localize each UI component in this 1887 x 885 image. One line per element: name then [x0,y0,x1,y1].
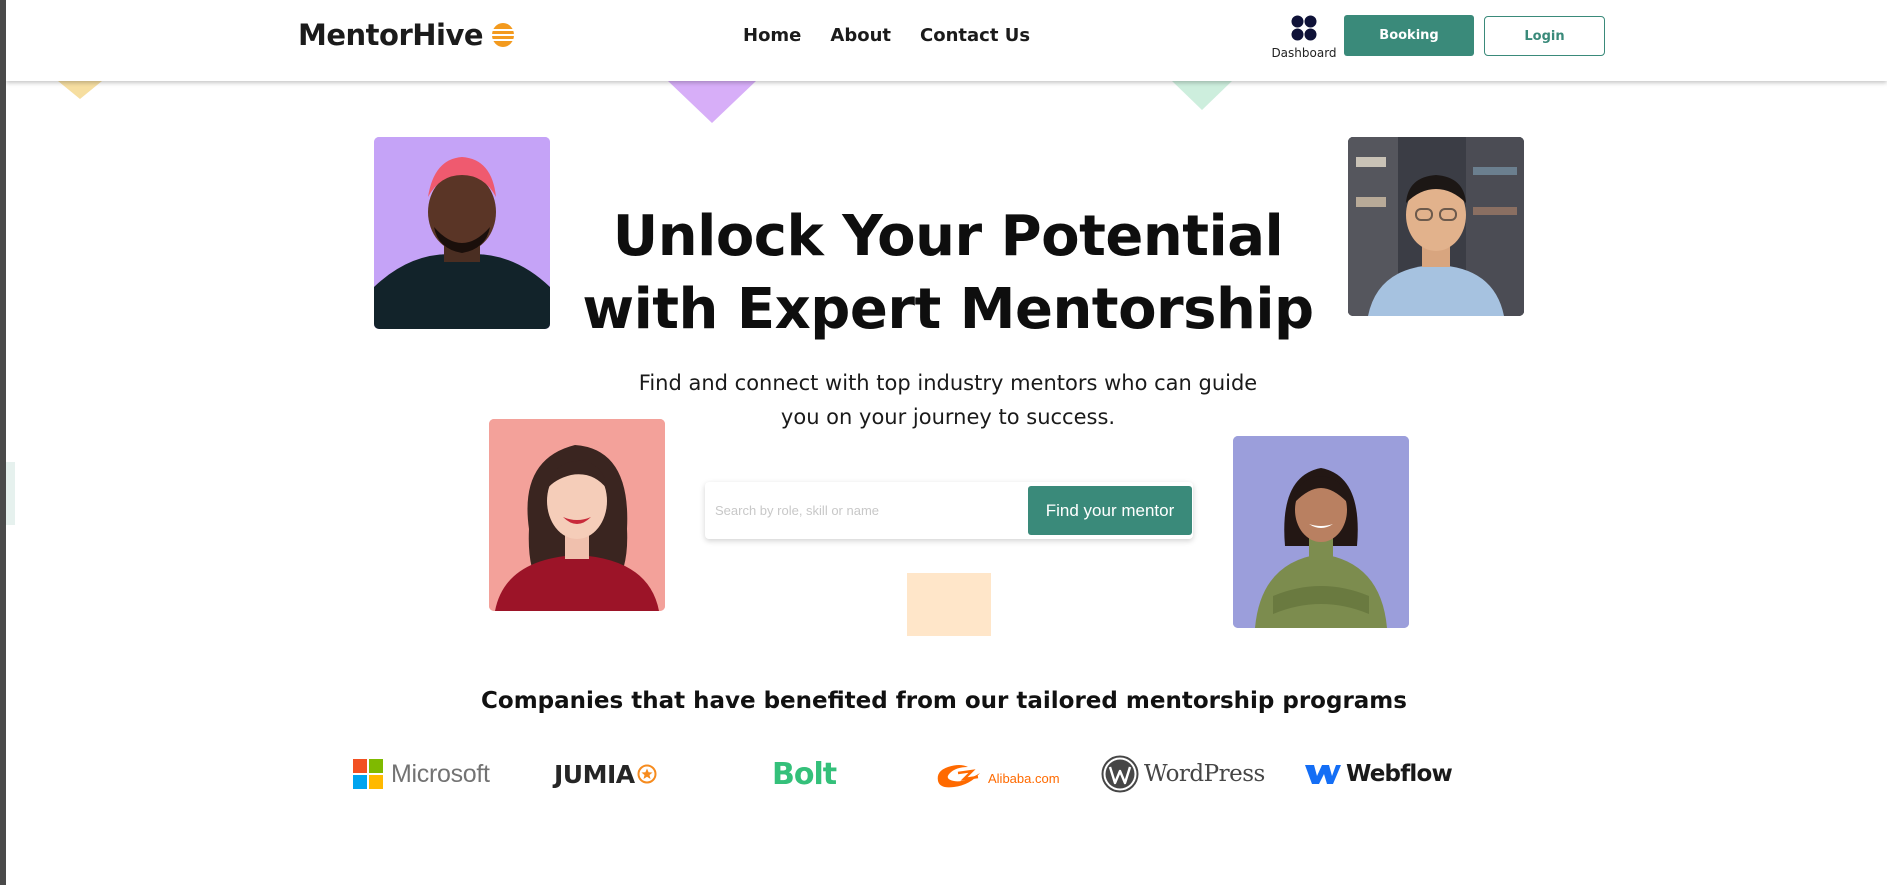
mentor-search-bar: Find your mentor [705,482,1193,539]
mentor-avatar-illustration [489,419,665,611]
microsoft-squares-icon [353,759,383,789]
jumia-wordmark: JUMIA [554,759,635,789]
booking-button[interactable]: Booking [1344,15,1474,56]
webflow-w-icon [1305,765,1341,784]
find-mentor-button[interactable]: Find your mentor [1028,486,1192,535]
nav-home[interactable]: Home [743,25,801,46]
hive-icon [491,23,516,47]
mentor-photo-1 [374,137,550,329]
decor-triangle-purple [668,81,756,123]
microsoft-logo: Microsoft [353,752,490,796]
site-header: MentorHive Home About Contact Us Dashboa… [6,0,1887,81]
webflow-wordmark: Webflow [1346,761,1453,787]
window-left-edge [0,0,6,885]
bolt-logo: Bolt [772,752,837,796]
mentor-avatar-illustration [1233,436,1409,628]
jumia-logo: JUMIA [554,752,657,796]
mentor-avatar-illustration [374,137,550,329]
hero-subtitle: Find and connect with top industry mento… [620,366,1276,434]
nav-contact-us[interactable]: Contact Us [920,25,1030,46]
bolt-wordmark: Bolt [772,756,837,792]
wordpress-w-icon [1101,755,1139,793]
main-nav: Home About Contact Us [743,25,1059,46]
hero-title-line-2: with Expert Mentorship [582,277,1314,342]
company-logos: Microsoft JUMIA Bolt Alibaba.com WordPre… [0,752,1887,796]
hero-subtitle-line-1: Find and connect with top industry mento… [638,371,1258,395]
microsoft-wordmark: Microsoft [391,759,490,788]
decor-square-peach [907,573,991,636]
decor-triangle-green [1172,81,1232,110]
login-button[interactable]: Login [1484,16,1605,56]
hero-title-line-1: Unlock Your Potential [612,204,1284,269]
mentor-photo-2 [1348,137,1524,316]
nav-about[interactable]: About [830,25,891,46]
brand-name: MentorHive [298,18,484,52]
jumia-star-icon [637,764,657,784]
decor-triangle-yellow [58,81,102,99]
mentor-photo-4 [1233,436,1409,628]
dashboard-label: Dashboard [1271,46,1337,60]
hero-title: Unlock Your Potential with Expert Mentor… [560,200,1336,346]
side-tab[interactable] [6,462,15,525]
hero-subtitle-line-2: you on your journey to success. [780,405,1116,429]
mentor-avatar-illustration [1348,137,1524,316]
wordpress-logo: WordPress [1101,752,1265,796]
companies-heading: Companies that have benefited from our t… [481,688,1407,714]
dashboard-link[interactable]: Dashboard [1266,14,1342,62]
alibaba-wordmark: Alibaba.com [988,770,1060,786]
dashboard-icon [1291,15,1317,41]
alibaba-mark-icon [937,765,980,788]
brand-logo[interactable]: MentorHive [298,18,516,52]
alibaba-logo: Alibaba.com [934,752,1060,796]
webflow-logo: Webflow [1305,752,1453,796]
wordpress-wordmark: WordPress [1144,761,1265,787]
mentor-photo-3 [489,419,665,611]
search-input[interactable] [715,496,1015,524]
